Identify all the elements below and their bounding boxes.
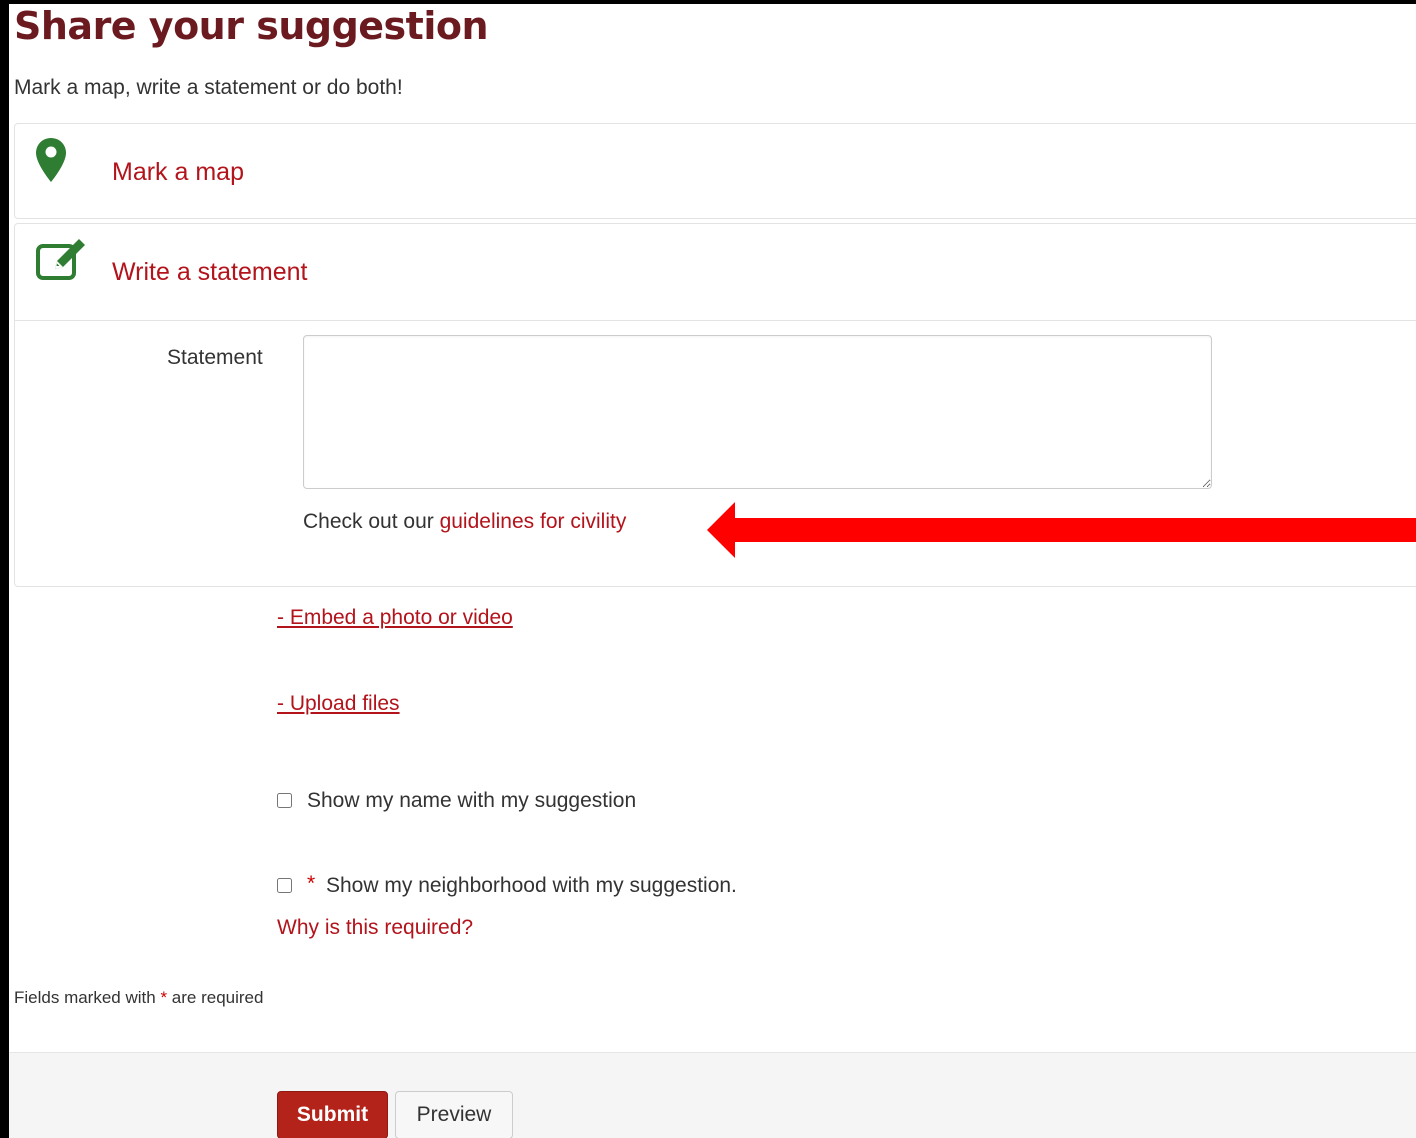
statement-field-label: Statement [167,346,263,369]
map-marker-icon [35,136,79,186]
show-name-checkbox[interactable] [277,793,292,808]
mark-map-label[interactable]: Mark a map [112,157,244,187]
statement-textarea[interactable] [303,335,1212,489]
page-frame: Share your suggestion Mark a map, write … [0,0,1416,1138]
show-name-label: Show my name with my suggestion [307,789,637,812]
mark-map-header[interactable]: Mark a map [15,124,1416,220]
mark-map-panel: Mark a map [14,123,1416,219]
embed-photo-video-link[interactable]: - Embed a photo or video [277,606,513,630]
page-title: Share your suggestion [14,4,489,48]
required-star: * [307,872,316,895]
civility-prefix: Check out our [303,510,440,533]
upload-files-link[interactable]: - Upload files [277,692,400,716]
write-statement-header[interactable]: Write a statement [15,224,1416,321]
civility-guidelines-link[interactable]: guidelines for civility [440,510,627,533]
page-subtitle: Mark a map, write a statement or do both… [14,76,403,99]
required-fields-note: Fields marked with * are required [14,988,263,1008]
preview-button[interactable]: Preview [395,1091,513,1138]
annotation-arrow-icon [707,502,1416,558]
edit-icon [35,236,85,286]
required-note-suffix: are required [167,988,264,1007]
submit-button[interactable]: Submit [277,1091,388,1138]
show-neighborhood-label: Show my neighborhood with my suggestion. [326,874,737,897]
show-neighborhood-checkbox[interactable] [277,878,292,893]
write-statement-label[interactable]: Write a statement [112,257,307,287]
why-required-link[interactable]: Why is this required? [277,916,473,940]
form-actions-bar: Submit Preview [9,1052,1416,1138]
required-note-prefix: Fields marked with [14,988,161,1007]
civility-note: Check out our guidelines for civility [303,510,626,534]
